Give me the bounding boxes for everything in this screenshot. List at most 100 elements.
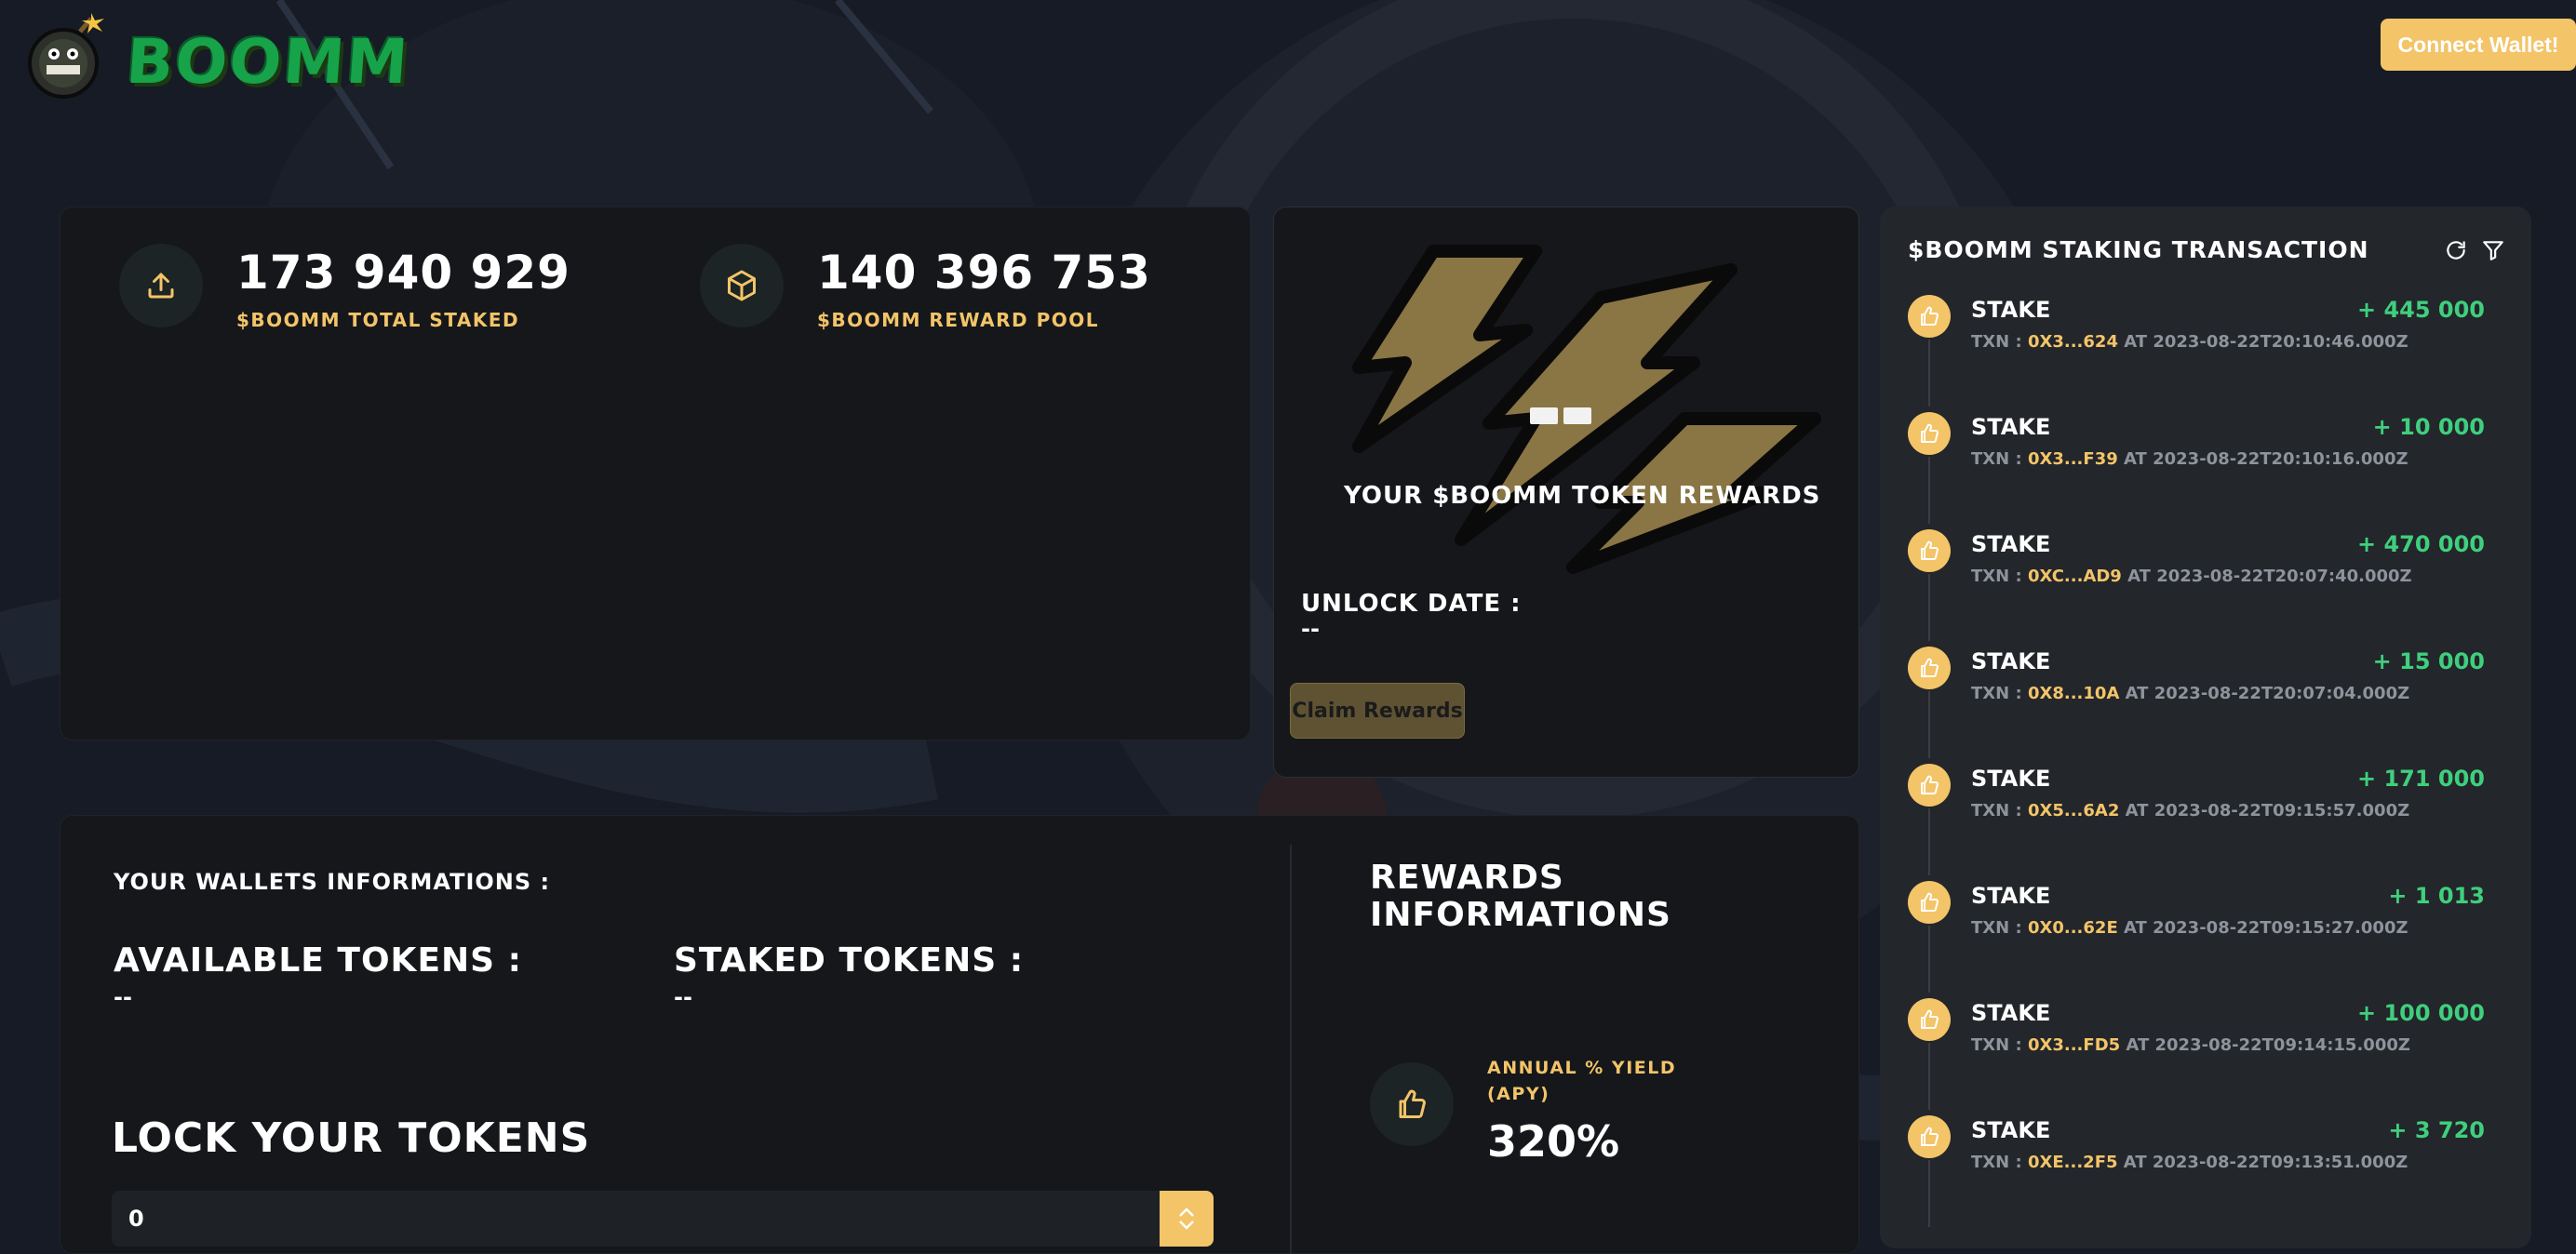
thumbs-up-icon <box>1908 764 1951 807</box>
transaction-hash-link[interactable]: 0X5...6A2 <box>2028 801 2119 820</box>
transaction-detail: TXN : 0X3...624 AT 2023-08-22T20:10:46.0… <box>1971 332 2408 352</box>
transaction-hash-link[interactable]: 0X3...FD5 <box>2028 1035 2120 1055</box>
brand-wordmark: BOOMM <box>124 26 412 98</box>
staked-tokens-value: -- <box>674 984 692 1010</box>
txn-prefix: TXN : <box>1971 567 2028 586</box>
txn-prefix: TXN : <box>1971 918 2028 938</box>
timeline-line <box>1928 808 1930 875</box>
chevron-up-icon[interactable] <box>1177 1206 1196 1219</box>
transaction-detail: TXN : 0XC...AD9 AT 2023-08-22T20:07:40.0… <box>1971 567 2412 586</box>
timeline-line <box>1928 926 1930 993</box>
section-divider <box>1290 845 1292 1254</box>
transaction-row[interactable]: STAKE + 10 000 TXN : 0X3...F39 AT 2023-08-… <box>1908 412 2485 524</box>
transaction-detail: TXN : 0X5...6A2 AT 2023-08-22T09:15:57.0… <box>1971 801 2409 820</box>
transaction-amount: + 15 000 <box>2372 648 2485 674</box>
transaction-detail: TXN : 0X3...FD5 AT 2023-08-22T09:14:15.0… <box>1971 1035 2410 1055</box>
transaction-amount: + 3 720 <box>2388 1117 2485 1143</box>
thumbs-up-icon <box>1908 998 1951 1041</box>
transaction-row[interactable]: STAKE + 15 000 TXN : 0X8...10A AT 2023-08-… <box>1908 647 2485 758</box>
transaction-detail: TXN : 0X8...10A AT 2023-08-22T20:07:04.0… <box>1971 684 2409 703</box>
transaction-hash-link[interactable]: 0X0...62E <box>2028 918 2118 938</box>
txn-prefix: TXN : <box>1971 1035 2028 1055</box>
timeline-line <box>1928 340 1930 407</box>
chevron-down-icon[interactable] <box>1177 1219 1196 1232</box>
transaction-type: STAKE <box>1971 883 2051 909</box>
unlock-date-label: UNLOCK DATE : <box>1301 590 1522 618</box>
transaction-row[interactable]: STAKE + 1 013 TXN : 0X0...62E AT 2023-08-2… <box>1908 881 2485 993</box>
wallet-section-title: YOUR WALLETS INFORMATIONS : <box>114 869 551 895</box>
bomb-logo-icon <box>26 11 110 99</box>
claim-rewards-button[interactable]: Claim Rewards <box>1290 683 1465 739</box>
transaction-type: STAKE <box>1971 414 2051 440</box>
transaction-timestamp: AT 2023-08-22T09:13:51.000Z <box>2117 1153 2408 1172</box>
timeline-line <box>1928 1043 1930 1110</box>
transaction-row[interactable]: STAKE + 445 000 TXN : 0X3...624 AT 2023-08… <box>1908 295 2485 407</box>
total-staked-label: $BOOMM TOTAL STAKED <box>236 309 520 331</box>
transaction-type: STAKE <box>1971 1000 2051 1026</box>
transaction-hash-link[interactable]: 0X8...10A <box>2028 684 2119 703</box>
thumbs-up-icon <box>1908 529 1951 572</box>
reward-amount-placeholder <box>1530 407 1591 424</box>
quantity-stepper[interactable] <box>1160 1191 1214 1247</box>
thumbs-up-icon <box>1908 647 1951 689</box>
available-tokens-value: -- <box>114 984 132 1010</box>
cube-icon <box>700 244 784 327</box>
transactions-title: $BOOMM STAKING TRANSACTION <box>1908 236 2369 263</box>
available-tokens-label: AVAILABLE TOKENS : <box>114 941 523 980</box>
txn-prefix: TXN : <box>1971 684 2028 703</box>
token-rewards-title: YOUR $BOOMM TOKEN REWARDS <box>1344 482 1821 510</box>
transaction-amount: + 1 013 <box>2388 883 2485 909</box>
filter-icon[interactable] <box>2477 234 2509 266</box>
lock-amount-input[interactable] <box>112 1191 1160 1247</box>
transaction-timestamp: AT 2023-08-22T09:15:57.000Z <box>2119 801 2410 820</box>
thumbs-up-icon <box>1908 295 1951 338</box>
txn-prefix: TXN : <box>1971 1153 2028 1172</box>
timeline-line <box>1928 574 1930 641</box>
transaction-row[interactable]: STAKE + 100 000 TXN : 0X3...FD5 AT 2023-08… <box>1908 998 2485 1110</box>
transaction-type: STAKE <box>1971 297 2051 323</box>
txn-prefix: TXN : <box>1971 332 2028 352</box>
transaction-amount: + 100 000 <box>2356 1000 2485 1026</box>
txn-prefix: TXN : <box>1971 449 2028 469</box>
total-staked-value: 173 940 929 <box>236 246 570 300</box>
apy-label: ANNUAL % YIELD (APY) <box>1487 1058 1677 1104</box>
staked-tokens-label: STAKED TOKENS : <box>674 941 1025 980</box>
transaction-type: STAKE <box>1971 531 2051 557</box>
txn-prefix: TXN : <box>1971 801 2028 820</box>
transaction-timestamp: AT 2023-08-22T20:10:16.000Z <box>2117 449 2408 469</box>
transaction-timestamp: AT 2023-08-22T09:15:27.000Z <box>2117 918 2408 938</box>
transaction-detail: TXN : 0X0...62E AT 2023-08-22T09:15:27.0… <box>1971 918 2408 938</box>
reward-pool-value: 140 396 753 <box>817 246 1151 300</box>
transaction-hash-link[interactable]: 0X3...F39 <box>2028 449 2118 469</box>
transaction-amount: + 470 000 <box>2356 531 2485 557</box>
thumbs-up-icon <box>1908 1115 1951 1158</box>
thumbs-up-icon <box>1370 1062 1454 1146</box>
transaction-hash-link[interactable]: 0XC...AD9 <box>2028 567 2122 586</box>
transaction-type: STAKE <box>1971 766 2051 792</box>
transaction-hash-link[interactable]: 0XE...2F5 <box>2028 1153 2118 1172</box>
lock-tokens-title: LOCK YOUR TOKENS <box>112 1114 591 1162</box>
refresh-icon[interactable] <box>2440 234 2472 266</box>
transaction-timestamp: AT 2023-08-22T20:07:04.000Z <box>2119 684 2410 703</box>
transaction-timestamp: AT 2023-08-22T09:14:15.000Z <box>2120 1035 2410 1055</box>
transaction-amount: + 171 000 <box>2356 766 2485 792</box>
transaction-detail: TXN : 0XE...2F5 AT 2023-08-22T09:13:51.0… <box>1971 1153 2408 1172</box>
apy-value: 320% <box>1487 1116 1620 1167</box>
rewards-info-title: REWARDS INFORMATIONS <box>1370 859 1671 934</box>
upload-icon <box>119 244 203 327</box>
transaction-amount: + 445 000 <box>2356 297 2485 323</box>
timeline-line <box>1928 457 1930 524</box>
connect-wallet-button[interactable]: Connect Wallet! <box>2381 19 2576 71</box>
thumbs-up-icon <box>1908 412 1951 455</box>
transaction-type: STAKE <box>1971 648 2051 674</box>
transaction-row[interactable]: STAKE + 470 000 TXN : 0XC...AD9 AT 2023-08… <box>1908 529 2485 641</box>
transaction-detail: TXN : 0X3...F39 AT 2023-08-22T20:10:16.0… <box>1971 449 2408 469</box>
unlock-date-value: -- <box>1301 616 1320 642</box>
transaction-timestamp: AT 2023-08-22T20:10:46.000Z <box>2117 332 2408 352</box>
timeline-line <box>1928 691 1930 758</box>
transaction-hash-link[interactable]: 0X3...624 <box>2028 332 2118 352</box>
reward-pool-label: $BOOMM REWARD POOL <box>817 309 1100 331</box>
transaction-row[interactable]: STAKE + 3 720 TXN : 0XE...2F5 AT 2023-08-2… <box>1908 1115 2485 1227</box>
transaction-type: STAKE <box>1971 1117 2051 1143</box>
transaction-row[interactable]: STAKE + 171 000 TXN : 0X5...6A2 AT 2023-08… <box>1908 764 2485 875</box>
